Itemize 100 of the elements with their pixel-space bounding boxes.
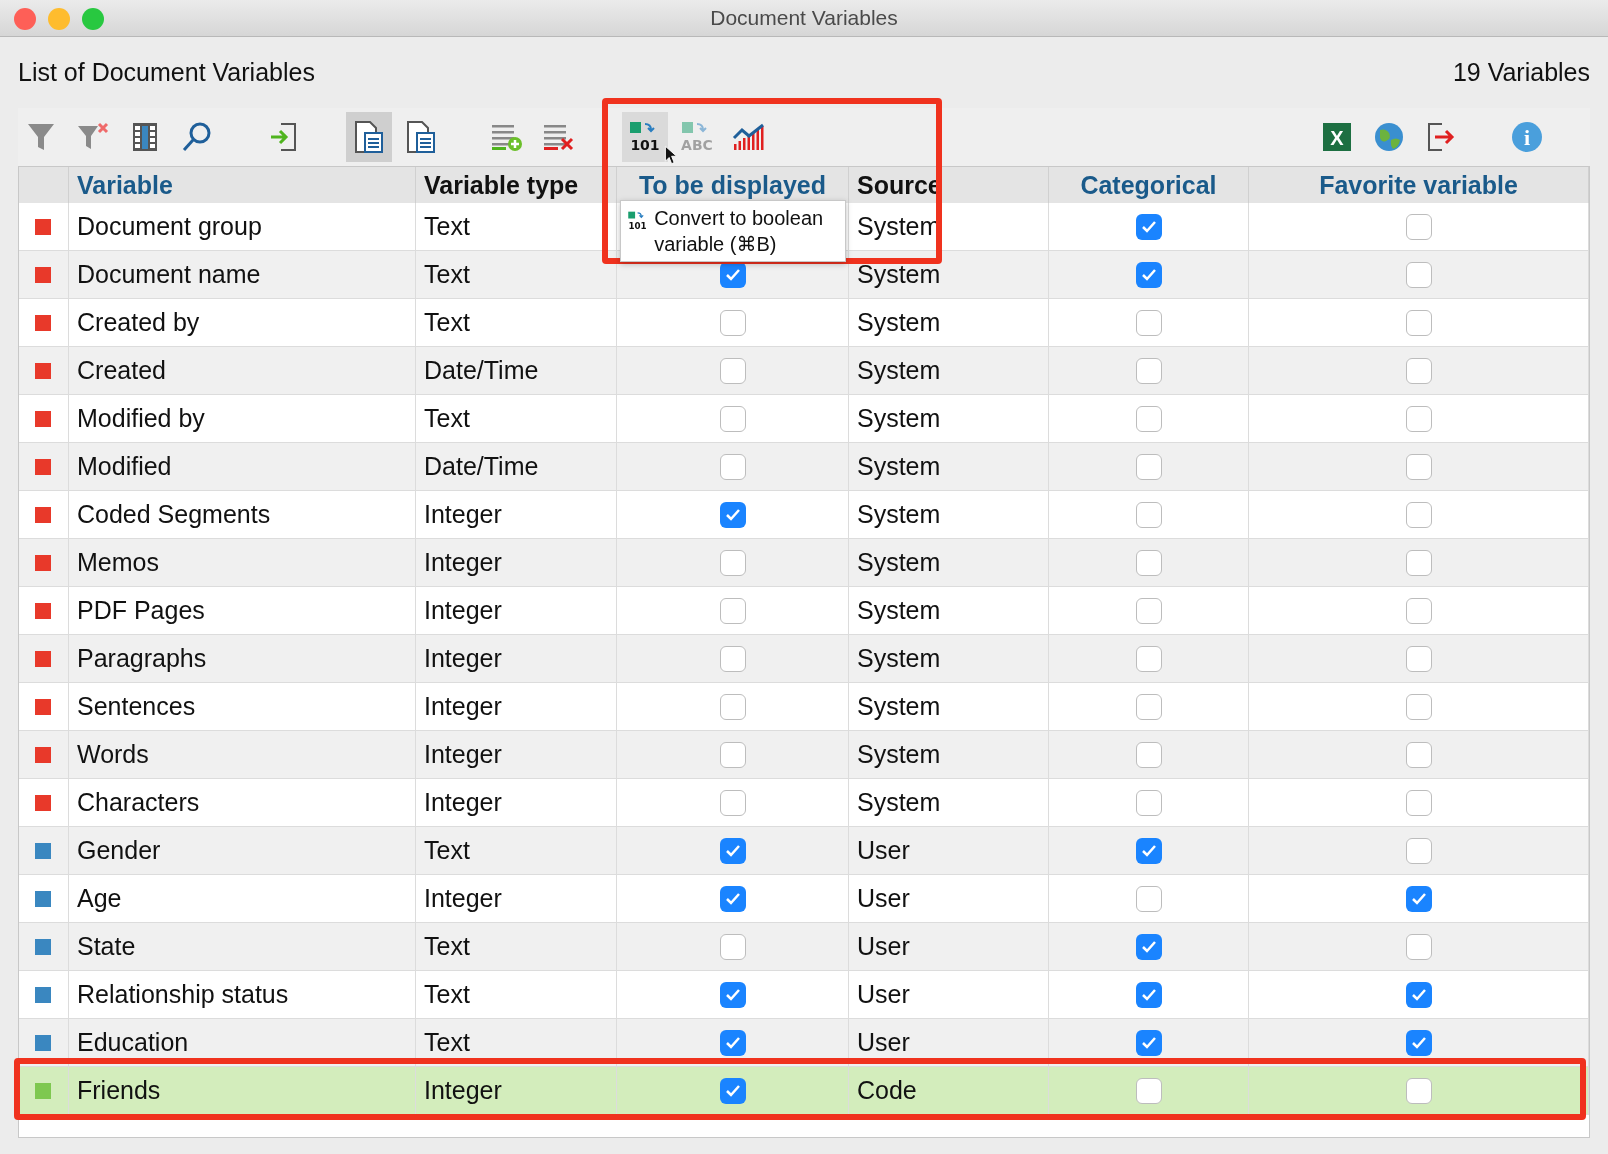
checkbox[interactable] <box>1405 837 1432 864</box>
table-cell: System <box>849 251 1049 299</box>
table-cell: Integer <box>416 635 617 683</box>
checkbox[interactable] <box>719 309 746 336</box>
table-row[interactable] <box>19 443 69 491</box>
checkbox[interactable] <box>1135 597 1162 624</box>
checkbox[interactable] <box>1135 693 1162 720</box>
zoom-button[interactable] <box>82 8 104 30</box>
checkbox[interactable] <box>1135 309 1162 336</box>
check-icon <box>1140 843 1157 858</box>
checkbox[interactable] <box>1405 789 1432 816</box>
table-cell: Text <box>416 971 617 1019</box>
checkbox[interactable] <box>1405 549 1432 576</box>
checkbox[interactable] <box>719 789 746 816</box>
checkbox[interactable] <box>1405 309 1432 336</box>
checkbox[interactable] <box>719 501 746 528</box>
table-cell: Age <box>69 875 416 923</box>
checkbox[interactable] <box>719 645 746 672</box>
table-row[interactable] <box>19 491 69 539</box>
checkbox[interactable] <box>1135 741 1162 768</box>
table-row[interactable] <box>19 251 69 299</box>
checkbox[interactable] <box>1405 501 1432 528</box>
info-icon: i <box>1511 121 1543 153</box>
toolbar-button[interactable]: X <box>1314 112 1360 162</box>
column-header[interactable]: Categorical <box>1049 167 1249 203</box>
list-heading: List of Document Variables <box>18 58 315 87</box>
checkbox[interactable] <box>1405 981 1432 1008</box>
checkbox[interactable] <box>1135 933 1162 960</box>
checkbox[interactable] <box>719 981 746 1008</box>
checkbox[interactable] <box>719 693 746 720</box>
table-row[interactable] <box>19 587 69 635</box>
checkbox[interactable] <box>1405 1077 1432 1104</box>
table-row[interactable] <box>19 683 69 731</box>
checkbox[interactable] <box>719 885 746 912</box>
add-row-icon <box>491 122 523 152</box>
checkbox[interactable] <box>1135 213 1162 240</box>
table-row[interactable] <box>19 299 69 347</box>
checkbox[interactable] <box>719 549 746 576</box>
checkbox[interactable] <box>719 837 746 864</box>
table-row[interactable] <box>19 539 69 587</box>
column-header[interactable]: Variable <box>69 167 416 203</box>
table-row[interactable] <box>19 971 69 1019</box>
table-row[interactable] <box>19 203 69 251</box>
checkbox[interactable] <box>1405 453 1432 480</box>
table-row[interactable] <box>19 635 69 683</box>
checkbox[interactable] <box>1135 789 1162 816</box>
export-icon <box>1426 122 1456 152</box>
checkbox[interactable] <box>719 1029 746 1056</box>
checkbox[interactable] <box>1135 357 1162 384</box>
checkbox[interactable] <box>719 597 746 624</box>
table-cell: Paragraphs <box>69 635 416 683</box>
checkbox[interactable] <box>1135 885 1162 912</box>
checkbox[interactable] <box>1135 261 1162 288</box>
table-cell: Integer <box>416 1067 617 1115</box>
close-button[interactable] <box>14 8 36 30</box>
checkbox[interactable] <box>1405 357 1432 384</box>
toolbar-button[interactable] <box>346 112 392 162</box>
table-row[interactable] <box>19 731 69 779</box>
column-header[interactable]: Variable type <box>416 167 617 203</box>
table-cell: User <box>849 923 1049 971</box>
column-header[interactable]: To be displayed <box>617 167 849 203</box>
checkbox[interactable] <box>1135 981 1162 1008</box>
checkbox[interactable] <box>1405 405 1432 432</box>
checkbox[interactable] <box>1405 693 1432 720</box>
checkbox[interactable] <box>1135 1077 1162 1104</box>
checkbox[interactable] <box>719 453 746 480</box>
toolbar-button[interactable]: 101 <box>622 112 668 162</box>
table-row[interactable] <box>19 875 69 923</box>
table-row[interactable] <box>19 1067 69 1115</box>
checkbox[interactable] <box>719 357 746 384</box>
checkbox[interactable] <box>1405 645 1432 672</box>
checkbox[interactable] <box>1405 1029 1432 1056</box>
table-row[interactable] <box>19 923 69 971</box>
checkbox[interactable] <box>1135 645 1162 672</box>
checkbox[interactable] <box>1135 837 1162 864</box>
table-row[interactable] <box>19 395 69 443</box>
checkbox[interactable] <box>1405 597 1432 624</box>
table-cell: System <box>849 635 1049 683</box>
table-row[interactable] <box>19 779 69 827</box>
checkbox[interactable] <box>1135 405 1162 432</box>
checkbox[interactable] <box>1135 501 1162 528</box>
window-title: Document Variables <box>710 6 898 30</box>
checkbox[interactable] <box>1405 213 1432 240</box>
checkbox[interactable] <box>1405 741 1432 768</box>
checkbox[interactable] <box>719 933 746 960</box>
table-row[interactable] <box>19 347 69 395</box>
table-cell: Document group <box>69 203 416 251</box>
table-row[interactable] <box>19 827 69 875</box>
checkbox[interactable] <box>1135 453 1162 480</box>
table-cell: User <box>849 971 1049 1019</box>
toolbar-button[interactable]: i <box>1504 112 1550 162</box>
checkbox[interactable] <box>719 741 746 768</box>
checkbox[interactable] <box>1405 261 1432 288</box>
checkbox[interactable] <box>1135 1029 1162 1056</box>
column-header[interactable]: Favorite variable <box>1249 167 1589 203</box>
checkbox[interactable] <box>1135 549 1162 576</box>
checkbox[interactable] <box>719 405 746 432</box>
checkbox[interactable] <box>1405 885 1432 912</box>
checkbox[interactable] <box>719 1077 746 1104</box>
checkbox[interactable] <box>1405 933 1432 960</box>
